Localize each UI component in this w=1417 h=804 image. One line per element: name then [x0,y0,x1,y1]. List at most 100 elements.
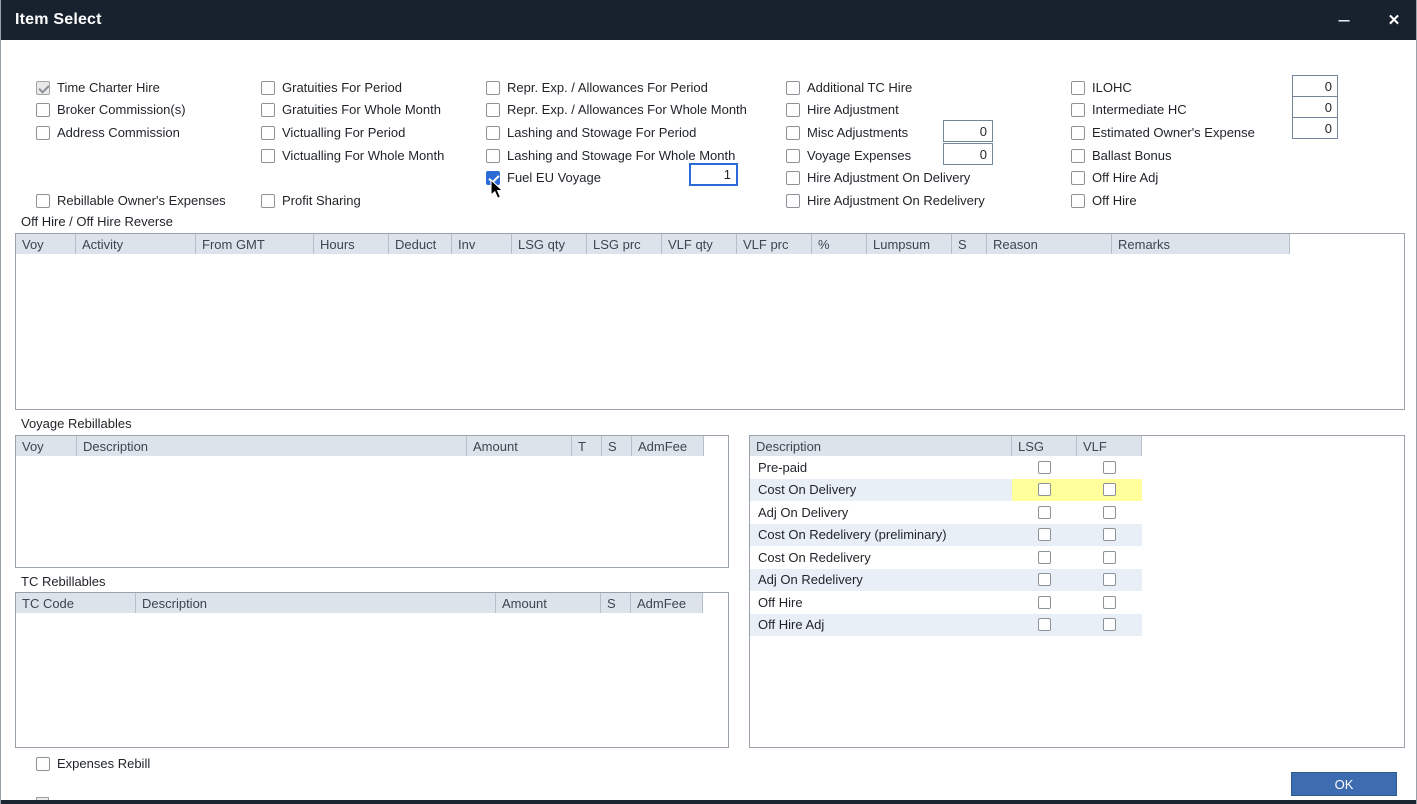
checkbox-label: Rebillable Owner's Expenses [57,193,226,208]
checkbox-label: Voyage Expenses [807,148,911,163]
checkbox-label: Repr. Exp. / Allowances For Period [507,80,708,95]
voyage-rebillables-grid-header: Voy Description Amount T S AdmFee [16,436,728,456]
fuel-eu-voyage-input[interactable] [689,163,738,186]
checkbox-label: Off Hire Adj [1092,170,1158,185]
column-header-admfee: AdmFee [632,436,704,456]
voyage-rebillables-grid: Voy Description Amount T S AdmFee [15,435,729,568]
lsg-cell [1012,614,1077,637]
checkbox-repr-exp-allowances-for-period[interactable]: Repr. Exp. / Allowances For Period [486,79,708,96]
vlf-checkbox[interactable] [1103,506,1116,519]
voyage-expenses-input[interactable] [943,143,993,165]
checkbox-hire-adjustment-on-redelivery[interactable]: Hire Adjustment On Redelivery [786,192,985,209]
checkbox-rebillable-owners-expenses[interactable]: Rebillable Owner's Expenses [36,192,226,209]
vlf-checkbox[interactable] [1103,596,1116,609]
ilohc-amount-input[interactable] [1292,75,1338,97]
lsg-checkbox[interactable] [1038,461,1051,474]
checkbox-gratuities-for-whole-month[interactable]: Gratuities For Whole Month [261,101,441,118]
checkbox-broker-commissions[interactable]: Broker Commission(s) [36,101,186,118]
checkbox-voyage-expenses[interactable]: Voyage Expenses [786,147,911,164]
lsg-checkbox[interactable] [1038,618,1051,631]
checkbox-ballast-bonus[interactable]: Ballast Bonus [1071,147,1172,164]
column-header-admfee: AdmFee [631,593,703,613]
checkbox-box [261,103,275,117]
checkbox-box [36,126,50,140]
checkbox-box [786,149,800,163]
vlf-cell [1077,479,1142,502]
checkbox-victualling-for-whole-month[interactable]: Victualling For Whole Month [261,147,444,164]
item-select-dialog: Item Select – ✕ Time Charter Hire Broker… [0,0,1417,804]
checkbox-box [486,171,500,185]
checkbox-fuel-eu-voyage[interactable]: Fuel EU Voyage [486,169,601,186]
checkbox-ilohc[interactable]: ILOHC [1071,79,1132,96]
titlebar: Item Select [1,0,1417,40]
column-header-s: S [952,234,987,254]
checkbox-hire-adjustment-on-delivery[interactable]: Hire Adjustment On Delivery [786,169,970,186]
vlf-checkbox[interactable] [1103,461,1116,474]
checkbox-expenses-rebill[interactable]: Expenses Rebill [36,755,150,772]
lsg-checkbox[interactable] [1038,573,1051,586]
column-header-reason: Reason [987,234,1112,254]
checkbox-box [1071,126,1085,140]
checkbox-box [261,126,275,140]
checkbox-label: Profit Sharing [282,193,361,208]
checkbox-time-charter-hire[interactable]: Time Charter Hire [36,79,160,96]
column-header-lsg-prc: LSG prc [587,234,662,254]
row-label: Adj On Redelivery [750,569,1012,592]
checkbox-box [1071,171,1085,185]
row-label: Pre-paid [750,456,1012,479]
checkbox-box [1071,194,1085,208]
column-header-lumpsum: Lumpsum [867,234,952,254]
vlf-checkbox[interactable] [1103,573,1116,586]
vlf-checkbox[interactable] [1103,551,1116,564]
vlf-cell [1077,501,1142,524]
checkbox-lashing-and-stowage-for-period[interactable]: Lashing and Stowage For Period [486,124,696,141]
checkbox-off-hire-adj[interactable]: Off Hire Adj [1071,169,1158,186]
checkbox-repr-exp-allowances-for-whole-month[interactable]: Repr. Exp. / Allowances For Whole Month [486,101,747,118]
lsg-checkbox[interactable] [1038,506,1051,519]
checkbox-estimated-owners-expense[interactable]: Estimated Owner's Expense [1071,124,1255,141]
lsg-checkbox[interactable] [1038,483,1051,496]
row-label: Off Hire Adj [750,614,1012,637]
checkbox-box [36,757,50,771]
checkbox-address-commission[interactable]: Address Commission [36,124,180,141]
checkbox-box [786,103,800,117]
intermediate-hc-amount-input[interactable] [1292,96,1338,118]
misc-adjustments-input[interactable] [943,120,993,142]
checkbox-profit-sharing[interactable]: Profit Sharing [261,192,361,209]
checkbox-box [486,81,500,95]
minimize-button[interactable]: – [1325,0,1363,40]
column-header-tc-code: TC Code [16,593,136,613]
checkbox-label: Repr. Exp. / Allowances For Whole Month [507,102,747,117]
estimated-owners-expense-amount-input[interactable] [1292,117,1338,139]
checkbox-lashing-and-stowage-for-whole-month[interactable]: Lashing and Stowage For Whole Month [486,147,735,164]
checkbox-off-hire[interactable]: Off Hire [1071,192,1137,209]
checkbox-additional-tc-hire[interactable]: Additional TC Hire [786,79,912,96]
checkbox-box [1071,81,1085,95]
checkbox-hire-adjustment[interactable]: Hire Adjustment [786,101,899,118]
off-hire-grid-header: Voy Activity From GMT Hours Deduct Inv L… [16,234,1404,254]
cost-matrix-row-cost-on-delivery: Cost On Delivery [750,479,1142,502]
checkbox-intermediate-hc[interactable]: Intermediate HC [1071,101,1187,118]
lsg-checkbox[interactable] [1038,528,1051,541]
checkbox-label: Victualling For Whole Month [282,148,444,163]
checkbox-gratuities-for-period[interactable]: Gratuities For Period [261,79,402,96]
checkbox-victualling-for-period[interactable]: Victualling For Period [261,124,405,141]
column-header-lsg-qty: LSG qty [512,234,587,254]
lsg-cell [1012,456,1077,479]
ok-button[interactable]: OK [1291,772,1397,796]
vlf-checkbox[interactable] [1103,483,1116,496]
lsg-checkbox[interactable] [1038,551,1051,564]
vlf-checkbox[interactable] [1103,618,1116,631]
checkbox-box [36,194,50,208]
checkbox-misc-adjustments[interactable]: Misc Adjustments [786,124,908,141]
checkbox-label: Broker Commission(s) [57,102,186,117]
vlf-checkbox[interactable] [1103,528,1116,541]
close-button[interactable]: ✕ [1375,0,1413,40]
column-header-s: S [601,593,631,613]
lsg-cell [1012,524,1077,547]
cost-matrix-header: Description LSG VLF [750,436,1404,456]
lsg-checkbox[interactable] [1038,596,1051,609]
checkbox-label: Hire Adjustment On Delivery [807,170,970,185]
column-header-vlf-qty: VLF qty [662,234,737,254]
tc-rebillables-grid-header: TC Code Description Amount S AdmFee [16,593,728,613]
